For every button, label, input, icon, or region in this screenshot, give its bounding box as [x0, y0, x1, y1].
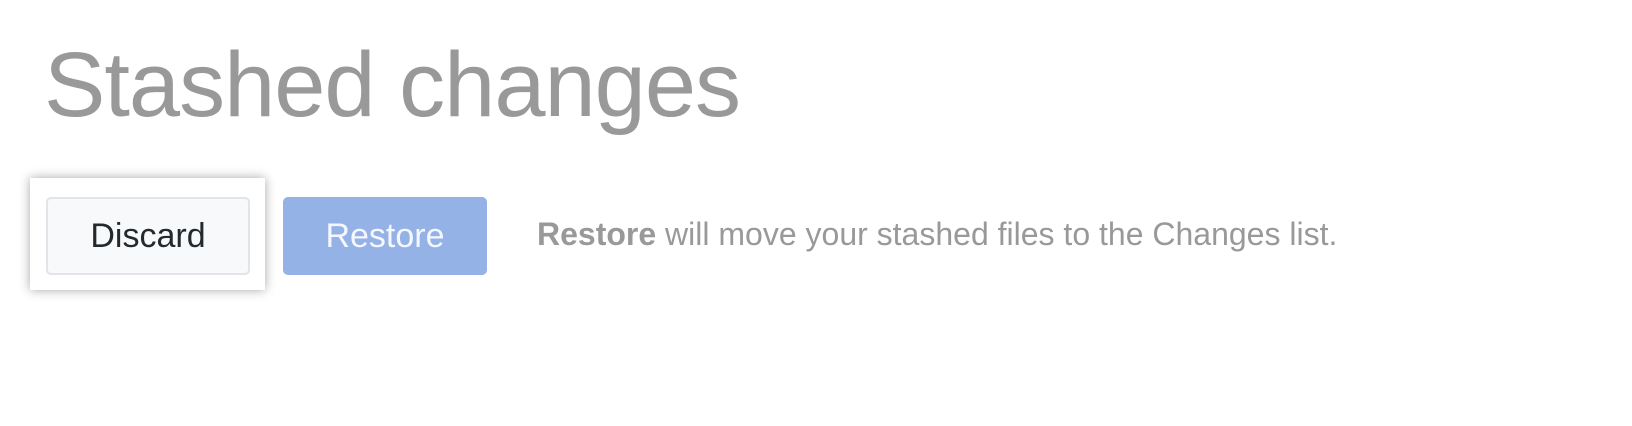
restore-description: Restore will move your stashed files to …	[537, 216, 1337, 253]
restore-button[interactable]: Restore	[283, 197, 487, 275]
page-title: Stashed changes	[44, 34, 741, 136]
discard-button[interactable]: Discard	[46, 197, 250, 275]
restore-description-text: will move your stashed files to the Chan…	[656, 216, 1338, 252]
restore-description-bold: Restore	[537, 216, 657, 252]
